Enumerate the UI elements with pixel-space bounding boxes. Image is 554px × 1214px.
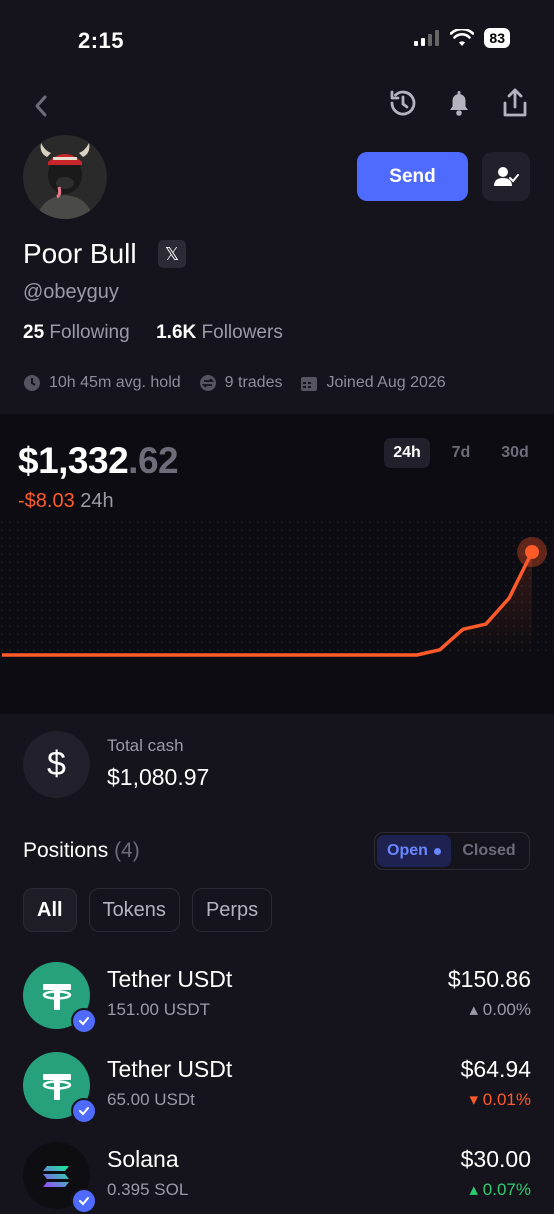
position-value: $150.86: [447, 966, 531, 992]
history-button[interactable]: [386, 86, 420, 120]
balance-main: $1,332: [18, 440, 129, 481]
battery-icon: 83: [484, 28, 510, 48]
change-sign: -: [18, 490, 25, 512]
arrow-down-icon: ▾: [469, 1090, 483, 1109]
status-icons: 83: [414, 28, 510, 48]
active-dot-icon: [433, 847, 441, 855]
position-row[interactable]: Tether USDt 65.00 USDt $64.94 ▾ 0.01%: [23, 1052, 531, 1124]
positions-count: (4): [114, 839, 140, 862]
balance-change: -$8.03 24h: [18, 490, 114, 513]
history-icon: [390, 90, 416, 116]
arrow-up-icon: ▴: [469, 1180, 483, 1199]
filter-tokens[interactable]: Tokens: [88, 888, 180, 932]
bull-avatar-image: [23, 135, 107, 219]
position-change: ▴ 0.07%: [470, 1180, 531, 1200]
share-icon: [503, 88, 527, 117]
position-change: ▴ 0.00%: [470, 1000, 531, 1020]
chart-endpoint-dot: [525, 545, 539, 559]
open-closed-toggle: Open Closed: [374, 832, 530, 870]
signal-icon: [414, 30, 440, 46]
calendar-icon: [301, 377, 318, 391]
position-filters: All Tokens Perps: [23, 888, 273, 932]
balance-chart[interactable]: [0, 520, 554, 710]
follow-button[interactable]: [482, 152, 530, 201]
position-row[interactable]: Solana 0.395 SOL $30.00 ▴ 0.07%: [23, 1142, 531, 1214]
filter-perps[interactable]: Perps: [191, 888, 273, 932]
position-change-value: 0.00%: [482, 1000, 531, 1019]
avg-hold-item: 10h 45m avg. hold: [23, 374, 181, 392]
position-name: Tether USDt: [107, 966, 233, 992]
position-name: Solana: [107, 1146, 179, 1172]
dollar-icon: $: [23, 731, 90, 798]
trades-text: 9 trades: [224, 374, 283, 391]
position-row[interactable]: Tether USDt 151.00 USDT $150.86 ▴ 0.00%: [23, 962, 531, 1034]
profile-name: Poor Bull: [23, 238, 137, 269]
wifi-icon: [450, 29, 475, 46]
followers-count[interactable]: 1.6K: [156, 322, 196, 343]
follow-stats: 25 Following 1.6K Followers: [23, 322, 283, 344]
header-actions: [386, 86, 532, 120]
positions-title: Positions (4): [23, 839, 140, 863]
back-button[interactable]: [26, 90, 56, 122]
arrow-up-icon: ▴: [469, 1000, 483, 1019]
balance-cents: .62: [128, 440, 179, 481]
clock-icon: [24, 375, 40, 391]
avg-hold-text: 10h 45m avg. hold: [49, 374, 181, 391]
swap-icon: [199, 375, 216, 391]
verified-badge-icon: [71, 1188, 97, 1214]
open-tab[interactable]: Open: [377, 835, 451, 867]
chevron-left-icon: [35, 95, 47, 117]
position-amount: 0.395 SOL: [107, 1180, 189, 1199]
change-period: 24h: [80, 490, 114, 512]
position-value: $30.00: [460, 1146, 531, 1172]
following-count[interactable]: 25: [23, 322, 44, 343]
notifications-button[interactable]: [442, 86, 476, 120]
profile-meta: 10h 45m avg. hold 9 trades Joined Aug 20…: [23, 374, 446, 392]
range-7d[interactable]: 7d: [438, 438, 484, 468]
open-label: Open: [387, 842, 428, 859]
position-amount: 151.00 USDT: [107, 1000, 210, 1019]
x-logo-icon[interactable]: 𝕏: [158, 240, 186, 268]
send-button[interactable]: Send: [357, 152, 468, 201]
closed-tab[interactable]: Closed: [451, 842, 527, 860]
filter-all[interactable]: All: [23, 888, 77, 932]
followers-label[interactable]: Followers: [202, 322, 283, 343]
position-amount: 65.00 USDt: [107, 1090, 195, 1109]
joined-item: Joined Aug 2026: [300, 374, 446, 392]
user-check-icon: [494, 166, 519, 186]
positions-label: Positions: [23, 839, 109, 862]
profile-handle: @obeyguy: [23, 281, 119, 303]
position-change-value: 0.07%: [482, 1180, 531, 1199]
range-30d[interactable]: 30d: [492, 438, 538, 468]
joined-text: Joined Aug 2026: [326, 374, 446, 391]
range-selector: 24h 7d 30d: [384, 438, 538, 468]
trades-item: 9 trades: [199, 374, 283, 392]
share-button[interactable]: [498, 86, 532, 120]
range-24h[interactable]: 24h: [384, 438, 430, 468]
verified-badge-icon: [71, 1008, 97, 1034]
position-change: ▾ 0.01%: [470, 1090, 531, 1110]
verified-badge-icon: [71, 1098, 97, 1124]
cash-value: $1,080.97: [107, 764, 210, 790]
balance-value: $1,332.62: [18, 440, 179, 482]
cash-label: Total cash: [107, 736, 184, 755]
position-value: $64.94: [460, 1056, 531, 1082]
following-label[interactable]: Following: [49, 322, 129, 343]
position-name: Tether USDt: [107, 1056, 233, 1082]
position-change-value: 0.01%: [482, 1090, 531, 1109]
avatar: [23, 135, 107, 219]
status-time: 2:15: [78, 28, 125, 53]
change-value: $8.03: [24, 490, 75, 512]
bell-icon: [450, 91, 468, 116]
